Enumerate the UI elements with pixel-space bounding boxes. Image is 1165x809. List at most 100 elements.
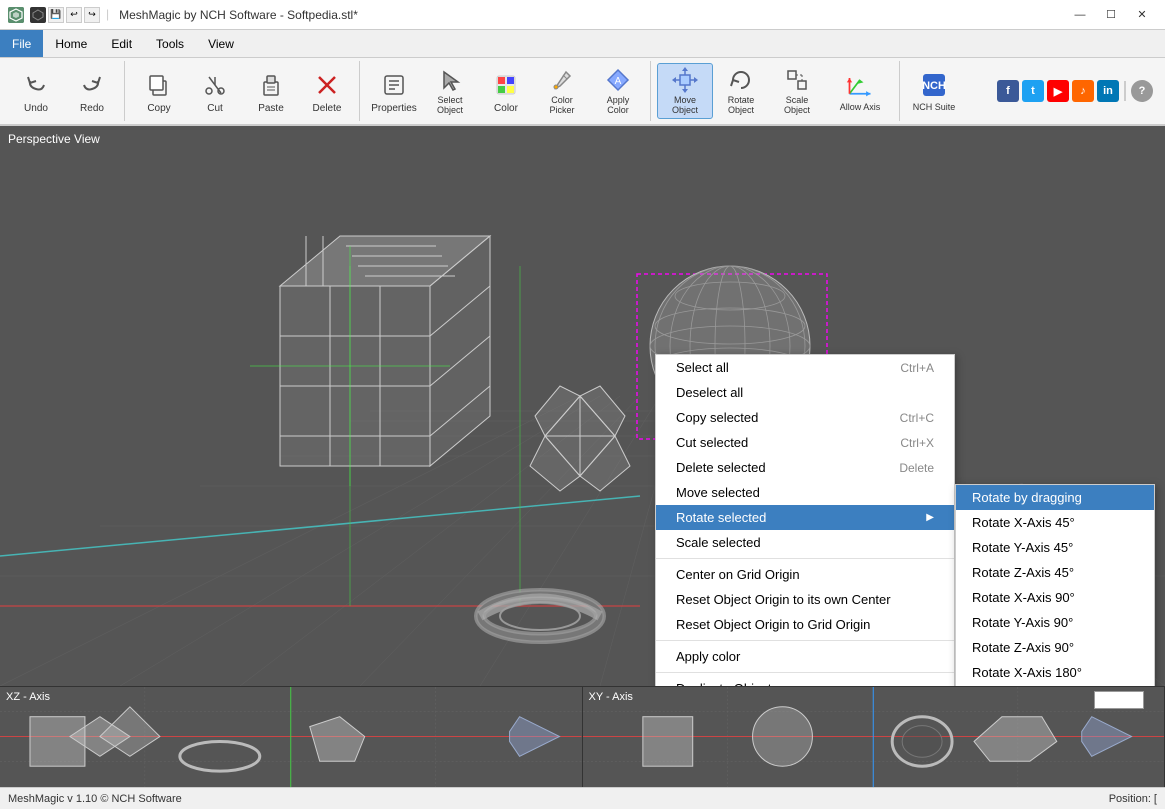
properties-button[interactable]: Properties (366, 63, 422, 119)
youtube-button[interactable]: ▶ (1047, 80, 1069, 102)
sub-rotate-y180[interactable]: Rotate Y-Axis 180° (956, 685, 1154, 686)
minimize-button[interactable]: — (1065, 0, 1095, 30)
rotate-object-button[interactable]: Rotate Object (713, 63, 769, 119)
ctx-deselect-all[interactable]: Deselect all (656, 380, 954, 405)
toolbar-group-tools: Properties Select Object Color Color Pic… (362, 61, 651, 121)
titlebar-controls: — ☐ ✕ (1065, 0, 1157, 30)
select-object-button[interactable]: Select Object (422, 63, 478, 119)
scale-object-icon (781, 66, 813, 94)
apply-color-button[interactable]: A Apply Color (590, 63, 646, 119)
music-button[interactable]: ♪ (1072, 80, 1094, 102)
menubar: File Home Edit Tools View (0, 30, 1165, 58)
cut-button[interactable]: Cut (187, 63, 243, 119)
redo-btn-titlebar[interactable]: ↪ (84, 7, 100, 23)
statusbar: MeshMagic v 1.10 © NCH Software Position… (0, 787, 1165, 809)
undo-button[interactable]: Undo (8, 63, 64, 119)
close-button[interactable]: ✕ (1127, 0, 1157, 30)
subview-xy-canvas (583, 687, 1165, 787)
color-button[interactable]: Color (478, 63, 534, 119)
ctx-apply-color[interactable]: Apply color (656, 644, 954, 669)
subviewports-area: XZ - Axis (0, 686, 1165, 787)
copy-button[interactable]: Copy (131, 63, 187, 119)
ctx-scale-selected[interactable]: Scale selected (656, 530, 954, 555)
copy-icon (143, 69, 175, 101)
allow-axis-icon (844, 69, 876, 101)
3d-viewport[interactable]: Perspective View (0, 126, 1165, 686)
delete-button[interactable]: Delete (299, 63, 355, 119)
statusbar-right: Position: [ (1109, 793, 1157, 805)
subview-xy-label: XY - Axis (589, 691, 633, 703)
app-icon (8, 7, 24, 23)
ctx-reset-grid-origin[interactable]: Reset Object Origin to Grid Origin (656, 612, 954, 637)
sub-rotate-x180[interactable]: Rotate X-Axis 180° (956, 660, 1154, 685)
toolbar-social-area: f t ▶ ♪ in ? (997, 80, 1161, 102)
titlebar-left: 💾 ↩ ↪ | MeshMagic by NCH Software - Soft… (8, 7, 358, 23)
menu-view[interactable]: View (196, 30, 246, 57)
scale-object-button[interactable]: Scale Object (769, 63, 825, 119)
paste-button[interactable]: Paste (243, 63, 299, 119)
select-object-icon (434, 66, 466, 94)
svg-text:NCH: NCH (922, 80, 946, 92)
properties-icon (378, 69, 410, 101)
toolbar-group-nch: NCH NCH Suite (902, 61, 966, 121)
twitter-button[interactable]: t (1022, 80, 1044, 102)
color-picker-button[interactable]: Color Picker (534, 63, 590, 119)
statusbar-left: MeshMagic v 1.10 © NCH Software (8, 793, 182, 805)
sub-rotate-drag[interactable]: Rotate by dragging (956, 485, 1154, 510)
toolbar: Undo Redo Copy Cut Paste (0, 58, 1165, 126)
ctx-copy-selected[interactable]: Copy selected Ctrl+C (656, 405, 954, 430)
window-title: MeshMagic by NCH Software - Softpedia.st… (119, 8, 358, 22)
move-object-button[interactable]: Move Object (657, 63, 713, 119)
ctx-sep1 (656, 558, 954, 559)
sub-rotate-y90[interactable]: Rotate Y-Axis 90° (956, 610, 1154, 635)
sub-rotate-y45[interactable]: Rotate Y-Axis 45° (956, 535, 1154, 560)
menu-tools[interactable]: Tools (144, 30, 196, 57)
svg-text:A: A (615, 76, 622, 87)
move-object-icon (669, 66, 701, 94)
rotate-submenu: Rotate by dragging Rotate X-Axis 45° Rot… (955, 484, 1155, 686)
viewport-label: Perspective View (8, 132, 100, 146)
select-object-label: Select Object (427, 96, 473, 116)
sub-rotate-x45[interactable]: Rotate X-Axis 45° (956, 510, 1154, 535)
color-picker-label: Color Picker (539, 96, 585, 116)
ctx-select-all[interactable]: Select all Ctrl+A (656, 355, 954, 380)
ctx-cut-selected[interactable]: Cut selected Ctrl+X (656, 430, 954, 455)
titlebar-window-controls-left: 💾 ↩ ↪ | (30, 7, 113, 23)
main-area: Perspective View (0, 126, 1165, 787)
facebook-button[interactable]: f (997, 80, 1019, 102)
ctx-rotate-selected[interactable]: Rotate selected ▶ (656, 505, 954, 530)
ctx-reset-own-center[interactable]: Reset Object Origin to its own Center (656, 587, 954, 612)
allow-axis-button[interactable]: Allow Axis (825, 63, 895, 119)
subview-xy-label-box (1094, 691, 1144, 709)
sub-rotate-z90[interactable]: Rotate Z-Axis 90° (956, 635, 1154, 660)
toolbar-group-edit: Copy Cut Paste Delete (127, 61, 360, 121)
menu-file[interactable]: File (0, 30, 43, 57)
ctx-move-selected[interactable]: Move selected (656, 480, 954, 505)
linkedin-button[interactable]: in (1097, 80, 1119, 102)
sub-rotate-x90[interactable]: Rotate X-Axis 90° (956, 585, 1154, 610)
apply-color-icon: A (602, 66, 634, 94)
menu-home[interactable]: Home (43, 30, 99, 57)
color-icon (490, 69, 522, 101)
subview-xy[interactable]: XY - Axis (583, 687, 1165, 787)
ctx-duplicate-objects[interactable]: Duplicate Objects (656, 676, 954, 686)
scale-object-label: Scale Object (774, 96, 820, 116)
menu-edit[interactable]: Edit (99, 30, 144, 57)
delete-icon (311, 69, 343, 101)
quick-access-btn[interactable]: 💾 (48, 7, 64, 23)
color-picker-icon (546, 66, 578, 94)
submenu-arrow: ▶ (926, 512, 934, 523)
help-button[interactable]: ? (1131, 80, 1153, 102)
redo-icon (76, 69, 108, 101)
ctx-delete-selected[interactable]: Delete selected Delete (656, 455, 954, 480)
sub-rotate-z45[interactable]: Rotate Z-Axis 45° (956, 560, 1154, 585)
subview-xz[interactable]: XZ - Axis (0, 687, 583, 787)
nch-suite-button[interactable]: NCH NCH Suite (906, 63, 962, 119)
cut-icon (199, 69, 231, 101)
undo-btn-titlebar[interactable]: ↩ (66, 7, 82, 23)
cut-label: Cut (207, 103, 223, 114)
ctx-center-grid[interactable]: Center on Grid Origin (656, 562, 954, 587)
redo-button[interactable]: Redo (64, 63, 120, 119)
undo-label: Undo (24, 103, 48, 114)
maximize-button[interactable]: ☐ (1096, 0, 1126, 30)
